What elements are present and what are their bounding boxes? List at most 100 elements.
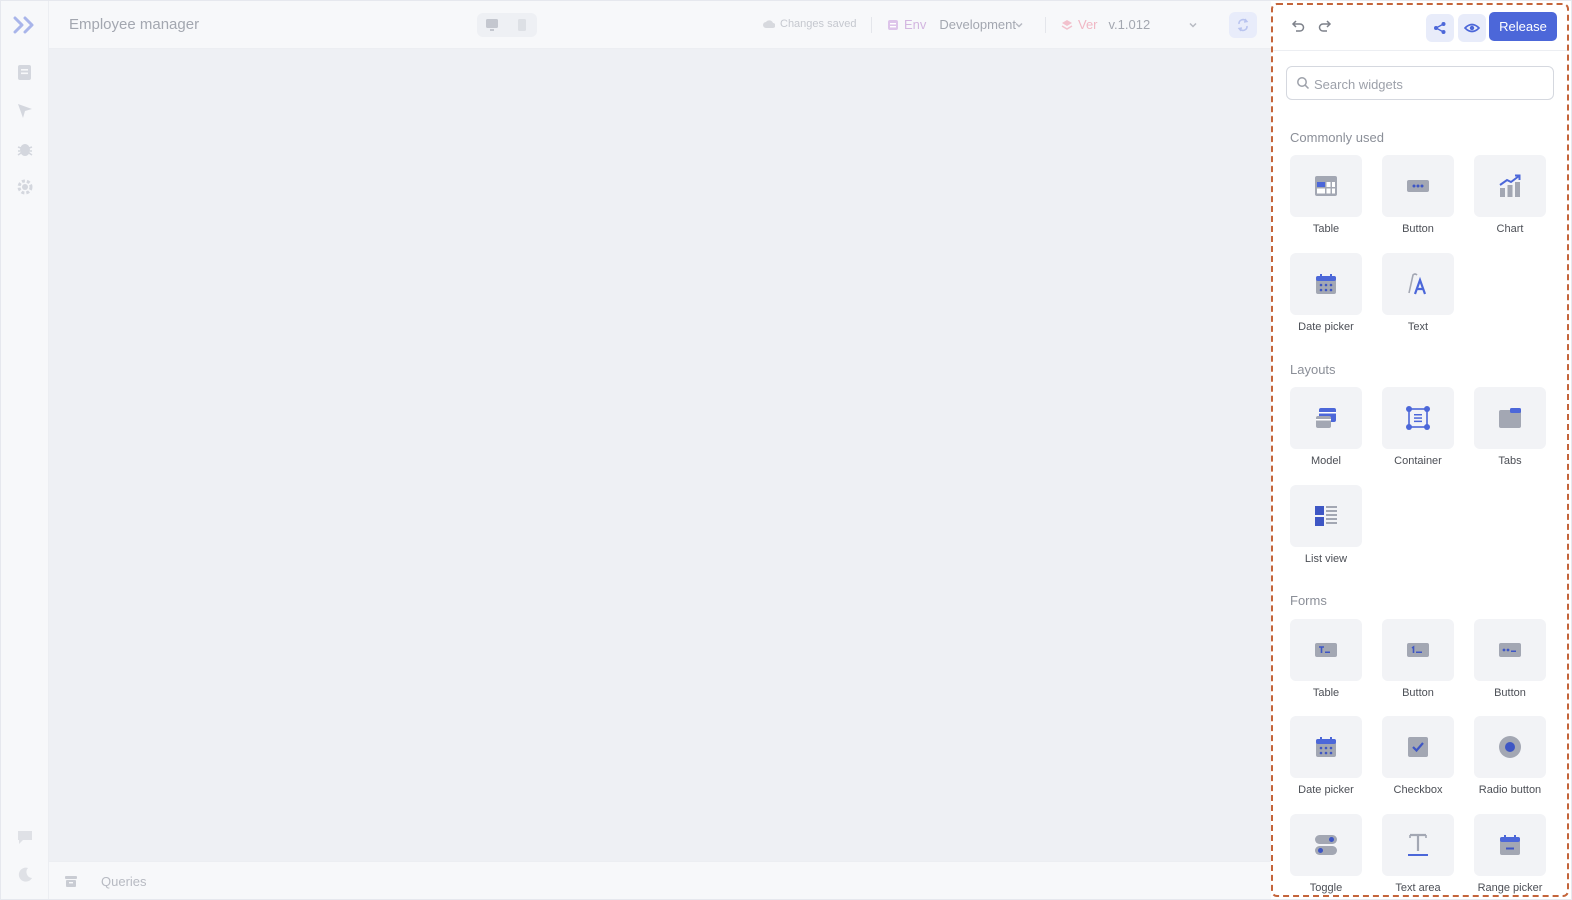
widget-tile bbox=[1290, 814, 1362, 876]
cloud-icon bbox=[763, 20, 775, 28]
widget-tile bbox=[1290, 485, 1362, 547]
widget-label: Button bbox=[1402, 687, 1434, 699]
widget-tile bbox=[1382, 619, 1454, 681]
widget-radio-button[interactable]: Radio button bbox=[1474, 716, 1546, 796]
chat-icon[interactable] bbox=[15, 827, 35, 847]
widget-form-button-2[interactable]: Button bbox=[1474, 619, 1546, 699]
redo-icon[interactable] bbox=[1317, 18, 1335, 36]
section-title-forms: Forms bbox=[1290, 593, 1327, 608]
widget-label: Toggle bbox=[1309, 882, 1343, 894]
calendar-icon bbox=[1316, 737, 1336, 757]
text-input-icon bbox=[1315, 643, 1337, 657]
widget-date-picker[interactable]: Date picker bbox=[1290, 253, 1362, 333]
chevron-down-icon[interactable] bbox=[1013, 19, 1025, 31]
password-input-icon bbox=[1499, 643, 1521, 657]
eye-icon bbox=[1464, 23, 1480, 33]
widget-label: Date picker bbox=[1298, 321, 1354, 333]
widget-tile bbox=[1290, 387, 1362, 449]
env-icon bbox=[888, 19, 898, 30]
widget-label: Model bbox=[1311, 455, 1341, 467]
bug-icon[interactable] bbox=[15, 139, 35, 159]
widget-tile bbox=[1290, 716, 1362, 778]
moon-icon[interactable] bbox=[15, 865, 35, 885]
widget-tile bbox=[1382, 716, 1454, 778]
gear-icon[interactable] bbox=[15, 177, 35, 197]
env-label: Env bbox=[904, 17, 927, 32]
logo-icon[interactable] bbox=[13, 15, 37, 35]
widget-tile bbox=[1382, 387, 1454, 449]
send-icon[interactable] bbox=[15, 101, 35, 121]
list-view-icon bbox=[1315, 506, 1337, 526]
preview-button[interactable] bbox=[1458, 14, 1486, 42]
widget-label: Checkbox bbox=[1393, 784, 1443, 796]
widget-label: Range picker bbox=[1477, 882, 1543, 894]
sync-button[interactable] bbox=[1229, 12, 1257, 38]
widget-search[interactable] bbox=[1286, 66, 1554, 100]
widget-form-date-picker[interactable]: Date picker bbox=[1290, 716, 1362, 796]
widget-label: Tabs bbox=[1498, 455, 1522, 467]
widget-label: Container bbox=[1394, 455, 1442, 467]
container-icon bbox=[1406, 406, 1430, 430]
release-button[interactable]: Release bbox=[1489, 12, 1557, 41]
desktop-icon[interactable] bbox=[485, 18, 499, 32]
widget-form-button[interactable]: Button bbox=[1382, 619, 1454, 699]
widget-tile bbox=[1382, 814, 1454, 876]
widget-range-picker[interactable]: Range picker bbox=[1474, 814, 1546, 894]
ver-label: Ver bbox=[1078, 17, 1098, 32]
pages-icon[interactable] bbox=[15, 63, 35, 83]
section-title-common: Commonly used bbox=[1290, 130, 1384, 145]
divider bbox=[871, 17, 872, 33]
table-icon bbox=[1315, 176, 1337, 196]
widget-text-area[interactable]: Text area bbox=[1382, 814, 1454, 894]
widget-label: Chart bbox=[1496, 223, 1524, 235]
widget-checkbox[interactable]: Checkbox bbox=[1382, 716, 1454, 796]
search-input[interactable] bbox=[1314, 74, 1544, 94]
version-selector[interactable]: Ver v.1.012 bbox=[1061, 17, 1150, 32]
widget-tile bbox=[1290, 253, 1362, 315]
toggle-icon bbox=[1315, 835, 1337, 855]
mobile-icon[interactable] bbox=[515, 18, 529, 32]
widget-label: Button bbox=[1402, 223, 1434, 235]
env-selector[interactable]: Env Development bbox=[887, 17, 1016, 32]
save-status: Changes saved bbox=[763, 18, 856, 30]
range-calendar-icon bbox=[1500, 835, 1520, 855]
share-icon bbox=[1434, 22, 1446, 34]
text-area-icon bbox=[1408, 833, 1428, 856]
save-status-text: Changes saved bbox=[780, 18, 857, 30]
widget-tile bbox=[1474, 814, 1546, 876]
widget-toggle[interactable]: Toggle bbox=[1290, 814, 1362, 894]
env-value: Development bbox=[939, 17, 1017, 32]
widget-form-table[interactable]: Table bbox=[1290, 619, 1362, 699]
top-header: Employee manager Changes saved Env Devel… bbox=[49, 1, 1271, 49]
queries-bar[interactable]: Queries bbox=[49, 861, 1271, 899]
widget-table[interactable]: Table bbox=[1290, 155, 1362, 235]
widget-tile bbox=[1382, 155, 1454, 217]
undo-icon[interactable] bbox=[1288, 18, 1306, 36]
widget-button[interactable]: Button bbox=[1382, 155, 1454, 235]
widget-chart[interactable]: Chart bbox=[1474, 155, 1546, 235]
queries-label: Queries bbox=[101, 874, 147, 889]
app-title: Employee manager bbox=[69, 16, 200, 33]
archive-icon bbox=[65, 876, 77, 887]
text-icon bbox=[1408, 273, 1427, 295]
widget-tile bbox=[1290, 155, 1362, 217]
divider bbox=[1045, 17, 1046, 33]
widget-container[interactable]: Container bbox=[1382, 387, 1454, 467]
checkbox-icon bbox=[1408, 737, 1428, 757]
chevron-down-icon[interactable] bbox=[1187, 19, 1199, 31]
widget-list-view[interactable]: List view bbox=[1290, 485, 1362, 565]
app-window: Employee manager Changes saved Env Devel… bbox=[0, 0, 1572, 900]
widget-tabs[interactable]: Tabs bbox=[1474, 387, 1546, 467]
widget-label: Text bbox=[1407, 321, 1429, 333]
widget-model[interactable]: Model bbox=[1290, 387, 1362, 467]
widget-text[interactable]: Text bbox=[1382, 253, 1454, 333]
sync-icon bbox=[1237, 18, 1249, 32]
calendar-icon bbox=[1316, 274, 1336, 294]
widget-tile bbox=[1382, 253, 1454, 315]
widget-tile bbox=[1474, 387, 1546, 449]
widget-tile bbox=[1474, 155, 1546, 217]
widget-label: Date picker bbox=[1298, 784, 1354, 796]
share-button[interactable] bbox=[1426, 14, 1454, 42]
widget-label: Radio button bbox=[1478, 784, 1542, 796]
editor-canvas[interactable] bbox=[49, 49, 1271, 861]
